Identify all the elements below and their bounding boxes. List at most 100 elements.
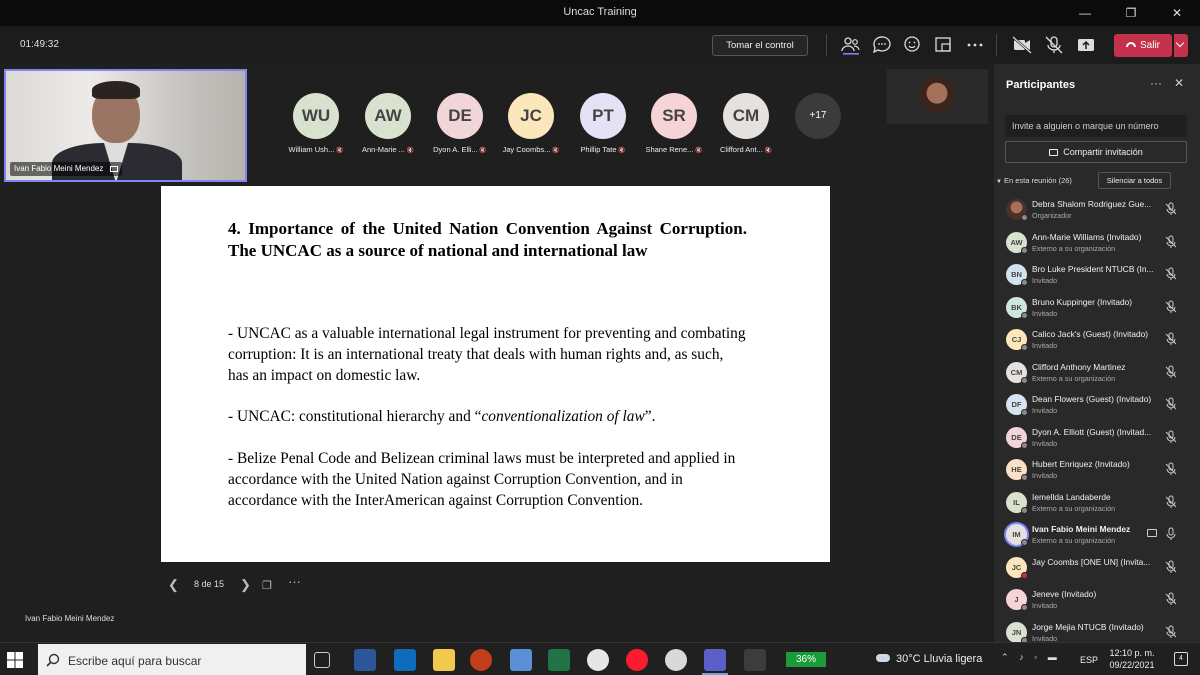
participant-role: Externo a su organización bbox=[1032, 243, 1116, 253]
app-icon[interactable] bbox=[665, 649, 687, 671]
notification-center-icon[interactable]: 4 bbox=[1174, 652, 1188, 666]
mic-off-icon[interactable] bbox=[1043, 35, 1065, 55]
participant-tile[interactable]: CM Clifford Ant... 🔇 bbox=[716, 93, 776, 154]
participant-tile-name: Jay Coombs... 🔇 bbox=[502, 145, 560, 154]
participant-row[interactable]: BK Bruno Kuppinger (Invitado) Invitado bbox=[994, 291, 1200, 324]
powerpoint-icon[interactable] bbox=[470, 649, 492, 671]
presence-status-icon bbox=[1021, 344, 1028, 351]
mic-off-icon[interactable] bbox=[1164, 462, 1178, 476]
minimize-icon[interactable]: — bbox=[1062, 0, 1108, 26]
mic-off-icon[interactable] bbox=[1164, 397, 1178, 411]
mic-on-icon[interactable] bbox=[1164, 527, 1178, 541]
mic-off-icon[interactable] bbox=[1164, 560, 1178, 574]
participant-role: Externo a su organización bbox=[1032, 373, 1116, 383]
presenter-video[interactable]: Ivan Fabio Meini Mendez bbox=[4, 69, 247, 182]
participant-row[interactable]: IM Ivan Fabio Meini Mendez Externo a su or… bbox=[994, 518, 1200, 551]
next-slide-icon[interactable]: ❯ bbox=[240, 577, 251, 593]
mute-all-button[interactable]: Silenciar a todos bbox=[1098, 172, 1171, 189]
participant-row[interactable]: DF Dean Flowers (Guest) (Invitado) Invitad… bbox=[994, 388, 1200, 421]
mic-off-icon[interactable] bbox=[1164, 235, 1178, 249]
participant-row[interactable]: J Jeneve (Invitado) Invitado bbox=[994, 583, 1200, 616]
battery-meter[interactable]: 36% bbox=[786, 652, 826, 667]
slide-heading: 4. Importance of the United Nation Conve… bbox=[228, 219, 747, 260]
participant-tile-name: Phillip Tate 🔇 bbox=[580, 145, 626, 154]
avatar: DE bbox=[437, 93, 483, 139]
participant-tile[interactable]: SR Shane Rene... 🔇 bbox=[644, 93, 704, 154]
participant-row[interactable]: CM Clifford Anthony Martinez Externo a su … bbox=[994, 356, 1200, 389]
language-indicator[interactable]: ESP bbox=[1080, 655, 1098, 665]
share-screen-icon[interactable] bbox=[1075, 35, 1097, 55]
leave-button[interactable]: Salir bbox=[1114, 34, 1172, 57]
avatar: JC bbox=[508, 93, 554, 139]
task-view-icon[interactable] bbox=[314, 652, 330, 668]
more-actions-icon[interactable] bbox=[964, 35, 986, 55]
mic-off-icon: 🔇 bbox=[616, 148, 626, 154]
participant-name: Clifford Anthony Martinez bbox=[1032, 361, 1126, 372]
excel-icon[interactable] bbox=[548, 649, 570, 671]
system-tray[interactable]: ⌃ ♪ ◦ ▬ bbox=[1001, 652, 1057, 663]
taskbar-clock[interactable]: 12:10 p. m. 09/22/2021 bbox=[1106, 647, 1158, 671]
participant-role: Externo a su organización bbox=[1032, 503, 1116, 513]
mic-off-icon: 🔇 bbox=[334, 148, 344, 154]
more-participants-tile[interactable]: +17 bbox=[795, 93, 841, 139]
participant-video[interactable] bbox=[887, 69, 988, 124]
share-invitation-button[interactable]: Compartir invitación bbox=[1005, 141, 1187, 163]
presence-status-icon bbox=[1021, 214, 1028, 221]
title-bar: Uncac Training — ❐ ✕ bbox=[0, 0, 1200, 26]
opera-icon[interactable] bbox=[626, 649, 648, 671]
mic-off-icon[interactable] bbox=[1164, 332, 1178, 346]
participant-row[interactable]: DE Dyon A. Elliott (Guest) (Invitad... Inv… bbox=[994, 421, 1200, 454]
phone-hangup-icon bbox=[1125, 42, 1136, 47]
chat-icon[interactable] bbox=[871, 35, 893, 55]
participant-tile[interactable]: JC Jay Coombs... 🔇 bbox=[501, 93, 561, 154]
previous-slide-icon[interactable]: ❮ bbox=[168, 577, 179, 593]
mic-off-icon[interactable] bbox=[1164, 300, 1178, 314]
participant-row[interactable]: Debra Shalom Rodriguez Gue... Organizador bbox=[994, 193, 1200, 226]
breakout-rooms-icon[interactable] bbox=[933, 35, 955, 55]
mic-off-icon[interactable] bbox=[1164, 495, 1178, 509]
participant-row[interactable]: AW Ann-Marie Williams (Invitado) Externo a… bbox=[994, 226, 1200, 259]
app-icon[interactable] bbox=[744, 649, 766, 671]
participant-role: Externo a su organización bbox=[1032, 536, 1116, 545]
more-options-icon[interactable]: ··· bbox=[288, 574, 301, 589]
reactions-icon[interactable] bbox=[902, 35, 924, 55]
taskbar-search-box[interactable]: Escribe aquí para buscar bbox=[38, 644, 306, 675]
mic-off-icon[interactable] bbox=[1164, 267, 1178, 281]
participant-row[interactable]: JC Jay Coombs [ONE UN] (Invita... bbox=[994, 551, 1200, 584]
calculator-icon[interactable] bbox=[510, 649, 532, 671]
teams-icon[interactable] bbox=[704, 649, 726, 671]
camera-off-icon[interactable] bbox=[1011, 35, 1033, 55]
participant-tile[interactable]: DE Dyon A. Elli... 🔇 bbox=[430, 93, 490, 154]
participant-row[interactable]: IL Iemellda Landaberde Externo a su organi… bbox=[994, 486, 1200, 519]
participant-tile[interactable]: WU William Ush... 🔇 bbox=[286, 93, 346, 154]
leave-options-button[interactable] bbox=[1174, 34, 1188, 57]
participants-icon[interactable] bbox=[840, 35, 862, 55]
presence-status-icon bbox=[1021, 441, 1028, 449]
thumbnails-icon[interactable]: ❐ bbox=[262, 579, 272, 592]
file-explorer-icon[interactable] bbox=[433, 649, 455, 671]
participant-tile[interactable]: PT Phillip Tate 🔇 bbox=[573, 93, 633, 154]
weather-widget[interactable]: 30°C Lluvia ligera bbox=[876, 653, 982, 665]
maximize-icon[interactable]: ❐ bbox=[1108, 0, 1154, 26]
mic-off-icon[interactable] bbox=[1164, 625, 1178, 639]
close-panel-icon[interactable]: ✕ bbox=[1174, 76, 1184, 90]
invite-search-input[interactable] bbox=[1005, 115, 1187, 137]
windows-start-icon[interactable] bbox=[6, 651, 24, 669]
mic-off-icon[interactable] bbox=[1164, 365, 1178, 379]
close-icon[interactable]: ✕ bbox=[1154, 0, 1200, 26]
app-icon[interactable] bbox=[587, 649, 609, 671]
take-control-button[interactable]: Tomar el control bbox=[712, 35, 808, 56]
mail-icon[interactable] bbox=[394, 649, 416, 671]
panel-more-icon[interactable]: ··· bbox=[1150, 76, 1162, 90]
mic-off-icon[interactable] bbox=[1164, 592, 1178, 606]
mic-off-icon[interactable] bbox=[1164, 202, 1178, 216]
participant-row[interactable]: HE Hubert Enriquez (Invitado) Invitado bbox=[994, 453, 1200, 486]
participant-tile[interactable]: AW Ann-Marie ... 🔇 bbox=[358, 93, 418, 154]
participant-role: Invitado bbox=[1032, 308, 1058, 318]
participant-row[interactable]: CJ Calico Jack's (Guest) (Invitado) Invita… bbox=[994, 323, 1200, 356]
window-title: Uncac Training bbox=[563, 6, 637, 18]
word-icon[interactable] bbox=[354, 649, 376, 671]
in-meeting-section-header[interactable]: ▼ En esta reunión (26) bbox=[996, 176, 1072, 185]
mic-off-icon[interactable] bbox=[1164, 430, 1178, 444]
participant-row[interactable]: BN Bro Luke President NTUCB (In... Invitad… bbox=[994, 258, 1200, 291]
